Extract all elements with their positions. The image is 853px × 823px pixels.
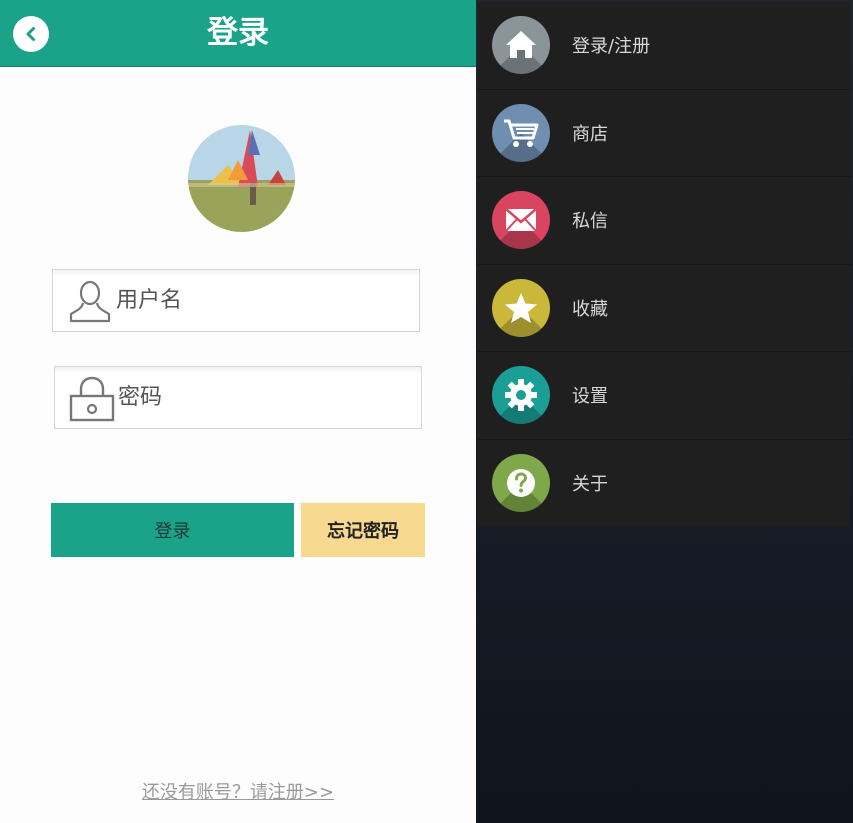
register-link[interactable]: 还没有账号？请注册>> [0, 778, 476, 804]
menu-label: 收藏 [572, 298, 608, 320]
username-input[interactable] [114, 280, 404, 321]
password-input[interactable] [116, 377, 406, 418]
gear-icon [492, 366, 550, 425]
cart-icon [492, 103, 550, 162]
menu-item-shop[interactable]: 商店 [478, 90, 850, 177]
star-icon [492, 278, 550, 337]
menu-item-favorites[interactable]: 收藏 [478, 265, 850, 352]
avatar-image [188, 125, 295, 232]
avatar[interactable] [188, 125, 295, 232]
help-icon [492, 454, 550, 513]
mail-icon [492, 191, 550, 250]
app-header: 登录 [0, 0, 476, 67]
navigation-drawer: 登录/注册 商店 私信 收藏 设置 关于 [478, 2, 850, 526]
forgot-password-button[interactable]: 忘记密码 [301, 503, 425, 557]
menu-label: 私信 [572, 211, 608, 233]
login-panel: 登录 用户名 登录 忘记密码 还没有账号？请注册>> [0, 0, 476, 823]
password-field[interactable] [54, 366, 422, 429]
menu-label: 商店 [572, 123, 608, 145]
menu-item-about[interactable]: 关于 [478, 440, 850, 528]
menu-item-messages[interactable]: 私信 [478, 177, 850, 265]
menu-label: 登录/注册 [572, 36, 651, 58]
menu-label: 设置 [572, 386, 608, 408]
lock-icon [68, 374, 116, 422]
user-icon [66, 277, 114, 325]
menu-label: 关于 [572, 474, 608, 496]
menu-item-login-register[interactable]: 登录/注册 [478, 2, 850, 90]
username-field[interactable] [52, 269, 420, 332]
home-icon [492, 16, 550, 75]
menu-item-settings[interactable]: 设置 [478, 352, 850, 440]
login-button[interactable]: 登录 [51, 503, 294, 557]
page-title: 登录 [207, 15, 269, 51]
